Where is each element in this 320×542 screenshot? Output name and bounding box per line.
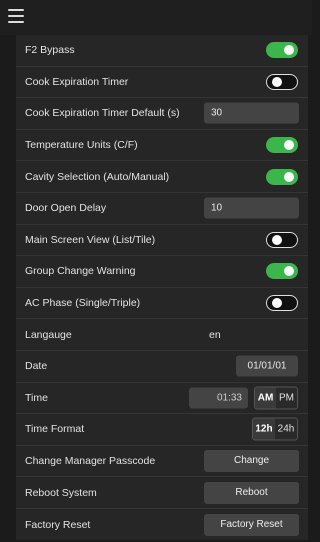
factory-reset-button[interactable]: Factory Reset [204,513,299,536]
row-label: Factory Reset [25,518,91,531]
row-label: Time Format [25,423,85,436]
row-language: Langauge en [16,319,308,351]
row-time: Time 01:33 AM PM [16,383,308,415]
row-label: Cook Expiration Timer Default (s) [25,107,180,120]
row-label: Temperature Units (C/F) [25,139,138,152]
row-cavity-selection: Cavity Selection (Auto/Manual) [16,161,308,193]
format-12h-button[interactable]: 12h [253,418,275,440]
am-button[interactable]: AM [255,387,276,409]
row-ac-phase: AC Phase (Single/Triple) [16,288,308,320]
hamburger-menu-icon[interactable] [8,9,24,23]
row-group-change-warning: Group Change Warning [16,256,308,288]
door-open-delay-input[interactable]: 10 [204,197,299,219]
row-cook-expiration-timer: Cook Expiration Timer [16,67,308,99]
row-time-format: Time Format 12h 24h [16,414,308,446]
group-change-warning-toggle[interactable] [266,263,298,280]
row-label: Group Change Warning [25,265,136,278]
row-factory-reset: Factory Reset Factory Reset [16,509,308,541]
cook-expiration-timer-toggle[interactable] [266,73,298,90]
row-cook-expiration-timer-default: Cook Expiration Timer Default (s) 30 [16,98,308,130]
f2-bypass-toggle[interactable] [266,42,298,59]
toggle-knob [284,266,294,277]
am-pm-selector: AM PM [254,386,298,410]
row-f2-bypass: F2 Bypass [16,35,308,67]
row-label: Cook Expiration Timer [25,75,129,88]
row-date: Date 01/01/01 [16,351,308,383]
time-input[interactable]: 01:33 [189,387,248,409]
row-temperature-units: Temperature Units (C/F) [16,130,308,162]
language-value[interactable]: en [209,329,221,341]
toggle-knob [284,45,294,56]
row-label: Langauge [25,328,72,341]
toggle-knob [284,140,294,151]
temperature-units-toggle[interactable] [266,137,298,154]
row-label: F2 Bypass [25,44,75,57]
toggle-knob [272,234,282,245]
main-screen-view-toggle[interactable] [266,231,298,248]
date-input[interactable]: 01/01/01 [236,355,298,377]
row-label: Door Open Delay [25,202,107,215]
toggle-knob [284,171,294,182]
row-door-open-delay: Door Open Delay 10 [16,193,308,225]
row-reboot-system: Reboot System Reboot [16,477,308,509]
reboot-button[interactable]: Reboot [204,481,299,504]
toggle-knob [272,298,282,309]
row-label: Date [25,360,48,373]
row-label: AC Phase (Single/Triple) [25,297,141,310]
format-24h-button[interactable]: 24h [275,418,297,440]
cook-expiration-timer-default-input[interactable]: 30 [204,102,299,124]
row-main-screen-view: Main Screen View (List/Tile) [16,225,308,257]
row-change-manager-passcode: Change Manager Passcode Change [16,446,308,478]
ac-phase-toggle[interactable] [266,295,298,312]
top-bar [0,0,312,35]
row-label: Cavity Selection (Auto/Manual) [25,170,170,183]
settings-panel: F2 Bypass Cook Expiration Timer Cook Exp… [16,35,308,540]
row-label: Time [25,391,48,404]
change-passcode-button[interactable]: Change [204,450,299,473]
row-label: Reboot System [25,486,97,499]
row-label: Change Manager Passcode [25,455,156,468]
cavity-selection-toggle[interactable] [266,168,298,185]
row-label: Main Screen View (List/Tile) [25,233,156,246]
pm-button[interactable]: PM [276,387,297,409]
time-format-selector: 12h 24h [252,417,298,441]
toggle-knob [272,76,282,87]
